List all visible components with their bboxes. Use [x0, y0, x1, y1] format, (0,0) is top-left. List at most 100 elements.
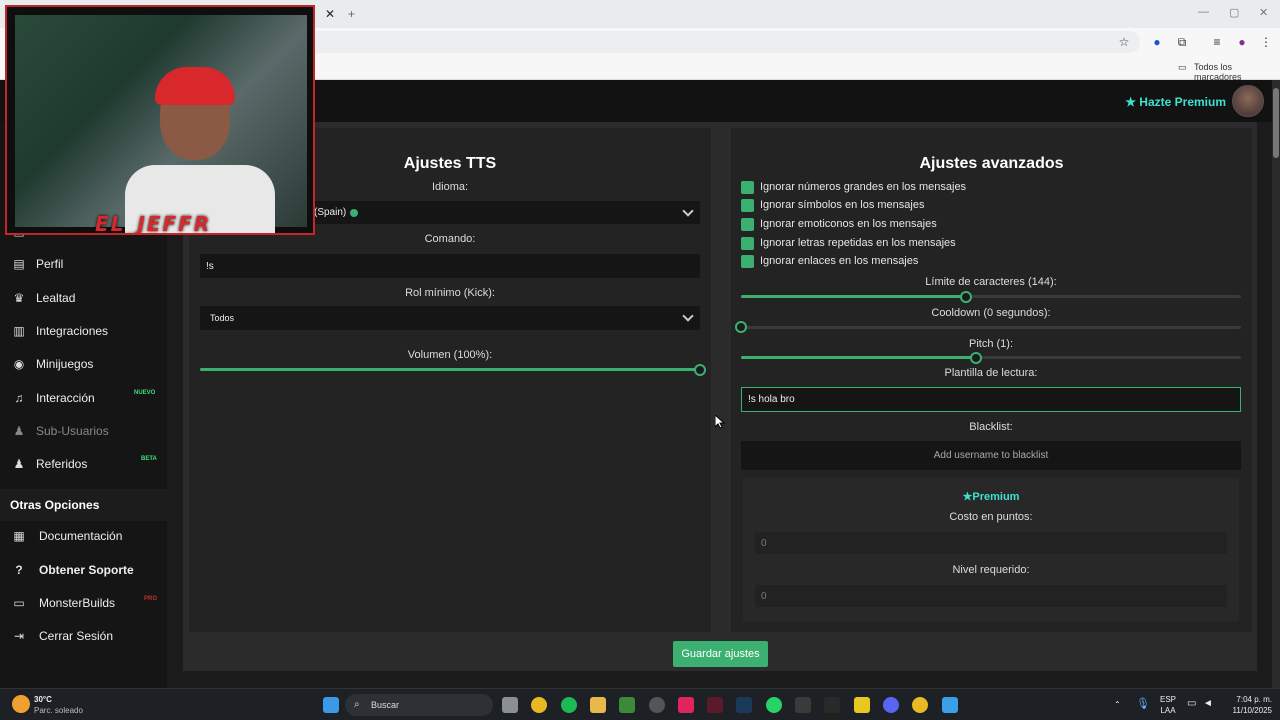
avatar[interactable] — [1232, 85, 1264, 117]
lang-label[interactable]: ESP — [1158, 695, 1178, 705]
option-ignore-repeated[interactable]: Ignorar letras repetidas en los mensajes — [741, 236, 956, 250]
sticky-notes-icon[interactable] — [854, 697, 870, 713]
pitch-thumb[interactable] — [970, 352, 982, 364]
volume-slider-thumb[interactable] — [694, 364, 706, 376]
sidebar-item-label: Sub-Usuarios — [36, 424, 109, 438]
weather-desc: Parc. soleado — [34, 706, 83, 715]
role-select[interactable]: Todos — [200, 306, 700, 330]
checkbox[interactable] — [741, 217, 754, 231]
sidebar-item-perfil[interactable]: ▤ Perfil — [12, 253, 63, 275]
role-value: Todos — [210, 313, 235, 323]
taskbar: 30°C Parc. soleado ⌕ Buscar ⌃ 🎙 ESP LAA … — [0, 688, 1280, 720]
level-input[interactable]: 0 — [755, 585, 1227, 607]
option-ignore-emotes[interactable]: Ignorar emoticonos en los mensajes — [741, 217, 937, 231]
network-icon[interactable]: ▭ — [1187, 699, 1196, 709]
premium-link[interactable]: ★ Hazte Premium — [1125, 95, 1226, 109]
star-icon: ★ — [962, 491, 973, 503]
webcam-overlay: EL_JEFFR — [5, 5, 315, 235]
sidebar-item-label: Perfil — [36, 257, 64, 271]
microphone-icon[interactable]: 🎙 — [1136, 699, 1150, 710]
volume-icon[interactable]: ◄ — [1203, 699, 1213, 709]
restore-icon[interactable]: ▢ — [1229, 6, 1239, 19]
sidebar-item-cerrar-sesion[interactable]: ⇥ Cerrar Sesión — [12, 625, 113, 647]
blacklist-input[interactable]: Add username to blacklist — [741, 441, 1241, 470]
app-icon[interactable] — [795, 697, 811, 713]
save-button[interactable]: Guardar ajustes — [673, 641, 768, 667]
sidebar-item-lealtad[interactable]: ♛ Lealtad — [12, 287, 76, 309]
char-limit-label: Límite de caracteres (144): — [925, 276, 1057, 288]
book-icon: ▦ — [13, 529, 25, 543]
task-view-icon[interactable] — [502, 697, 518, 713]
video-editor-icon[interactable] — [707, 697, 723, 713]
trophy-icon: ♛ — [13, 291, 25, 305]
whatsapp-icon[interactable] — [766, 697, 782, 713]
scrollbar-thumb[interactable] — [1273, 88, 1279, 158]
file-explorer-icon[interactable] — [590, 697, 606, 713]
new-tab-icon[interactable]: + — [348, 7, 355, 21]
checkbox[interactable] — [741, 198, 754, 212]
sidebar-item-referidos[interactable]: ♟ Referidos — [12, 453, 88, 475]
sidebar-item-interaccion[interactable]: ♫ Interacción — [12, 387, 95, 409]
laptop-icon: ▭ — [13, 596, 25, 610]
advanced-title: Ajustes avanzados — [919, 155, 1064, 172]
pro-badge: PRO — [144, 596, 158, 602]
address-bar[interactable] — [300, 31, 1140, 53]
close-window-icon[interactable]: ✕ — [1259, 6, 1268, 19]
menu-icon[interactable]: ⋮ — [1259, 35, 1273, 49]
clock-time[interactable]: 7:04 p. m. — [1222, 695, 1272, 705]
media-icon[interactable]: ≡ — [1210, 35, 1224, 49]
plug-icon: ▥ — [13, 324, 25, 338]
cost-input[interactable]: 0 — [755, 532, 1227, 554]
checkbox[interactable] — [741, 180, 754, 194]
option-ignore-links[interactable]: Ignorar enlaces en los mensajes — [741, 254, 918, 268]
sidebar-item-label: Integraciones — [36, 324, 109, 338]
chrome-icon[interactable] — [531, 697, 547, 713]
user-group-icon: ♟ — [13, 457, 25, 471]
cooldown-thumb[interactable] — [735, 321, 747, 333]
minimize-icon[interactable]: — — [1198, 6, 1209, 18]
checkbox[interactable] — [741, 254, 754, 268]
option-label: Ignorar letras repetidas en los mensajes — [760, 237, 956, 249]
sidebar-item-label: Obtener Soporte — [39, 563, 134, 577]
bookmark-star-icon[interactable]: ☆ — [1117, 35, 1131, 49]
sidebar-item-minijuegos[interactable]: ◉ Minijuegos — [12, 353, 94, 375]
app-icon[interactable] — [942, 697, 958, 713]
logout-icon: ⇥ — [13, 629, 25, 643]
template-input[interactable]: !s hola bro — [741, 387, 1241, 412]
new-badge: NUEVO — [134, 390, 156, 396]
chrome-icon[interactable] — [912, 697, 928, 713]
clock-date[interactable]: 11/10/2025 — [1222, 706, 1272, 716]
windows-start-icon[interactable] — [323, 697, 339, 713]
sidebar-item-documentacion[interactable]: ▦ Documentación — [12, 525, 122, 547]
app-icon[interactable] — [649, 697, 665, 713]
epic-games-icon[interactable] — [824, 697, 840, 713]
search-icon: ⌕ — [354, 699, 360, 710]
sidebar-item-monsterbuilds[interactable]: ▭ MonsterBuilds — [12, 592, 115, 614]
sidebar-item-sub-usuarios[interactable]: ♟ Sub-Usuarios — [12, 420, 109, 442]
sidebar-item-soporte[interactable]: ? Obtener Soporte — [12, 559, 134, 581]
char-limit-thumb[interactable] — [960, 291, 972, 303]
extension-icon[interactable]: ● — [1150, 35, 1164, 49]
chevron-up-icon[interactable]: ⌃ — [1114, 700, 1121, 710]
sidebar-item-integraciones[interactable]: ▥ Integraciones — [12, 320, 108, 342]
person-hat — [155, 67, 235, 105]
profile-icon[interactable]: ● — [1235, 35, 1249, 49]
steam-icon[interactable] — [736, 697, 752, 713]
spotify-icon[interactable] — [561, 697, 577, 713]
taskbar-search[interactable]: ⌕ Buscar — [345, 694, 493, 716]
command-input[interactable]: !s — [200, 254, 700, 278]
puzzle-icon[interactable]: ⧉ — [1175, 35, 1189, 49]
help-icon: ? — [15, 563, 23, 577]
blacklist-label: Blacklist: — [969, 421, 1013, 433]
option-ignore-symbols[interactable]: Ignorar símbolos en los mensajes — [741, 198, 924, 212]
checkbox[interactable] — [741, 236, 754, 250]
close-tab-icon[interactable]: ✕ — [325, 7, 335, 21]
option-ignore-numbers[interactable]: Ignorar números grandes en los mensajes — [741, 180, 966, 194]
discord-icon[interactable] — [883, 697, 899, 713]
tiktok-icon[interactable] — [678, 697, 694, 713]
weather-icon[interactable] — [12, 695, 30, 713]
scrollbar[interactable] — [1272, 80, 1280, 688]
minecraft-icon[interactable] — [619, 697, 635, 713]
cooldown-track[interactable] — [741, 326, 1241, 329]
bookmarks-label[interactable]: Todos los marcadores — [1194, 62, 1280, 82]
